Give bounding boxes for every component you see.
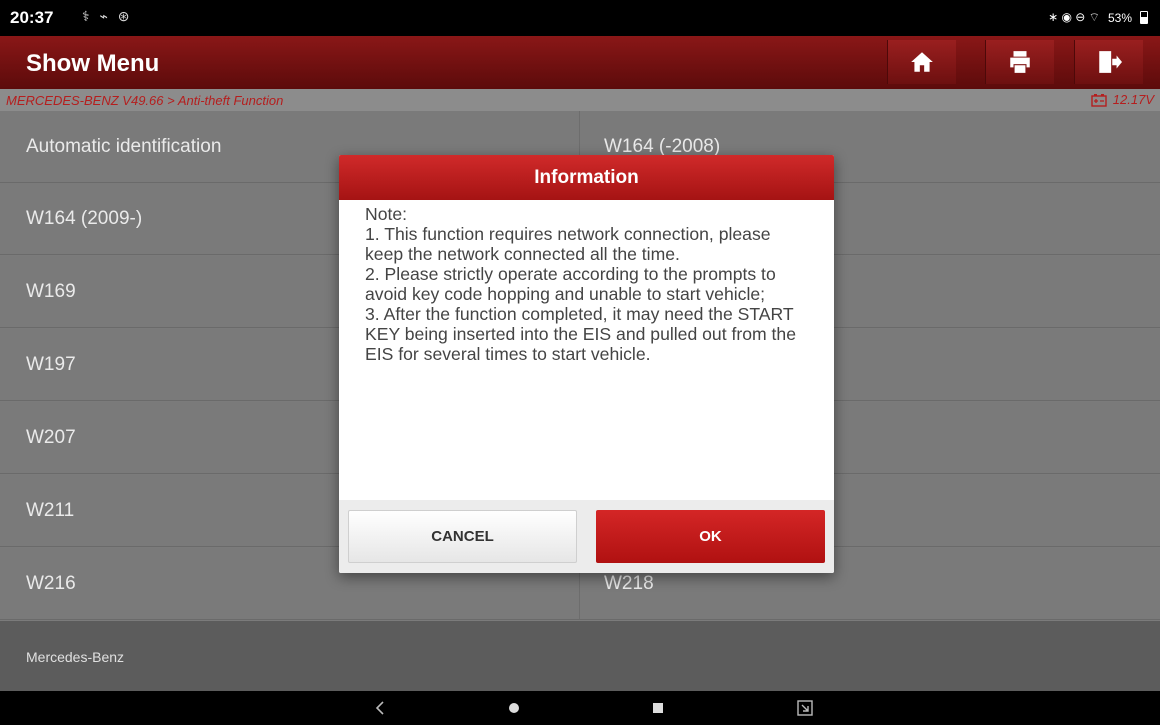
dialog-message: Note: 1. This function requires network …	[365, 204, 797, 364]
dialog-title: Information	[339, 155, 834, 200]
battery-icon	[1140, 11, 1148, 24]
system-tray: ∗ ◉ ⊖ ⌔ 53%	[1048, 10, 1148, 25]
breadcrumb-bar: MERCEDES-BENZ V49.66 > Anti-theft Functi…	[0, 89, 1160, 111]
recents-button[interactable]	[643, 696, 673, 720]
menu-item-label: W207	[26, 426, 76, 448]
voltage-value: 12.17V	[1112, 92, 1154, 107]
menu-item-label: Automatic identification	[26, 135, 222, 157]
footer-bar: Mercedes-Benz	[0, 621, 1160, 691]
home-nav-button[interactable]	[499, 696, 529, 720]
vehicle-brand-label: Mercedes-Benz	[26, 649, 125, 665]
information-dialog: Information Note: 1. This function requi…	[339, 155, 834, 573]
breadcrumb: MERCEDES-BENZ V49.66 > Anti-theft Functi…	[6, 93, 284, 108]
status-time: 20:37	[10, 8, 54, 27]
exit-button[interactable]	[1074, 40, 1143, 84]
voltage-indicator: 12.17V	[1091, 92, 1154, 107]
screenshot-button[interactable]	[790, 696, 820, 720]
app-header: Show Menu	[0, 36, 1160, 89]
battery-voltage-icon	[1091, 93, 1107, 107]
exit-icon	[1099, 51, 1122, 73]
page-title: Show Menu	[26, 50, 160, 77]
back-button[interactable]	[365, 696, 395, 720]
recents-square-icon	[653, 703, 663, 713]
system-icons: ∗ ◉ ⊖ ⌔	[1048, 10, 1100, 24]
print-button[interactable]	[985, 40, 1054, 84]
status-bar: 20:37 ⚕ ⌁ ⊛ ∗ ◉ ⊖ ⌔ 53%	[0, 0, 1160, 36]
home-circle-icon	[509, 703, 519, 713]
print-icon	[1010, 51, 1030, 73]
battery-percent: 53%	[1107, 10, 1132, 25]
system-nav-bar	[0, 691, 1160, 725]
screenshot-icon	[797, 700, 813, 716]
menu-item-label: W211	[26, 499, 75, 521]
dialog-footer: CANCEL OK	[339, 500, 834, 573]
back-icon	[375, 701, 384, 715]
home-button[interactable]	[887, 40, 956, 84]
notification-icons: ⚕ ⌁ ⊛	[82, 8, 133, 24]
ok-button[interactable]: OK	[596, 510, 825, 563]
menu-item-label: W216	[26, 572, 76, 594]
menu-item-label: W169	[26, 280, 76, 302]
menu-item-label: W164 (2009-)	[26, 207, 143, 229]
menu-item-label: W197	[26, 353, 76, 375]
menu-item-label: W218	[604, 572, 654, 594]
home-icon	[911, 52, 933, 72]
cancel-button[interactable]: CANCEL	[348, 510, 577, 563]
